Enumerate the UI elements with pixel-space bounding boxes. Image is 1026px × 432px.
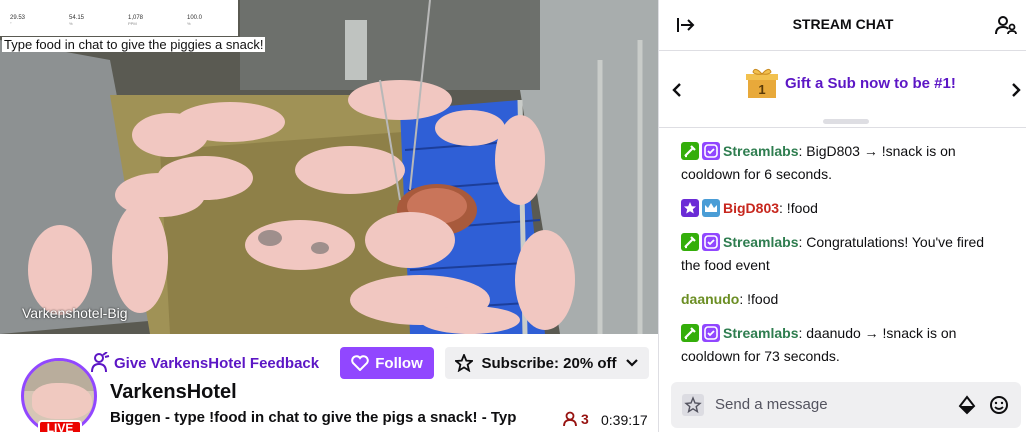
subscribe-button[interactable]: Subscribe: 20% off — [445, 347, 649, 379]
banner-drag-handle[interactable] — [823, 119, 869, 124]
prime-badge-icon[interactable] — [702, 199, 720, 217]
verified-badge-icon[interactable] — [702, 324, 720, 342]
chat-title: STREAM CHAT — [792, 16, 894, 32]
chat-username[interactable]: Streamlabs — [723, 234, 798, 250]
gift-sub-banner[interactable]: 1 Gift a Sub now to be #1! — [659, 52, 1026, 128]
follow-label: Follow — [375, 354, 423, 372]
moderator-badge-icon[interactable] — [681, 142, 699, 160]
chat-message: Streamlabs: BigD803 → !snack is on coold… — [681, 140, 1007, 186]
stat-unit: % — [187, 21, 191, 26]
stat-temperature: 29.53 ° — [0, 0, 59, 36]
stat-co2: 1,078 PPM — [118, 0, 177, 36]
sensor-stats-panel: 29.53 ° 54.15 % 1,078 PPM 100.0 % — [0, 0, 238, 36]
moderator-badge-icon[interactable] — [681, 324, 699, 342]
verified-badge-icon[interactable] — [702, 142, 720, 160]
video-overlay-text: Type food in chat to give the piggies a … — [2, 37, 266, 52]
chat-header: STREAM CHAT — [659, 0, 1026, 51]
gift-content: 1 Gift a Sub now to be #1! — [745, 66, 956, 100]
chat-username[interactable]: daanudo — [681, 291, 739, 307]
channel-name[interactable]: VarkensHotel — [110, 381, 237, 404]
viewer-icon — [563, 411, 577, 427]
emote-picker-icon[interactable] — [989, 395, 1009, 415]
chat-message: Streamlabs: daanudo → !snack is on coold… — [681, 322, 1007, 368]
channel-points-icon[interactable] — [682, 394, 704, 416]
feedback-link[interactable]: Give VarkensHotel Feedback — [88, 352, 319, 374]
chat-input[interactable]: Send a message — [671, 382, 1021, 428]
chat-username[interactable]: BigD803 — [723, 200, 779, 216]
chat-messages: Streamlabs: BigD803 → !snack is on coold… — [659, 140, 1026, 379]
gift-text: Gift a Sub now to be #1! — [785, 74, 956, 92]
chevron-right-icon[interactable] — [1009, 82, 1023, 98]
viewer-count: 3 — [562, 411, 589, 427]
follow-button[interactable]: Follow — [340, 347, 434, 379]
live-badge: LIVE — [38, 420, 82, 432]
chat-message: daanudo: !food — [681, 288, 1007, 311]
stream-uptime: 0:39:17 — [601, 412, 648, 428]
video-player[interactable]: 29.53 ° 54.15 % 1,078 PPM 100.0 % Type f… — [0, 0, 658, 334]
viewer-count-value: 3 — [581, 411, 589, 427]
stream-title: Biggen - type !food in chat to give the … — [110, 409, 517, 426]
chat-input-placeholder: Send a message — [715, 396, 828, 413]
stat-humidity: 54.15 % — [59, 0, 118, 36]
stat-unit: ° — [10, 21, 12, 26]
stat-level: 100.0 % — [177, 0, 236, 36]
star-icon — [455, 354, 474, 372]
stat-unit: % — [69, 21, 73, 26]
avatar-pig-image — [32, 383, 92, 419]
subscriber-badge-icon[interactable] — [681, 199, 699, 217]
chevron-down-icon — [625, 359, 638, 367]
chat-message-text: : !food — [779, 200, 818, 216]
camera-label: Varkenshotel-Big — [22, 305, 128, 321]
chat-message: BigD803: !food — [681, 197, 1007, 220]
community-icon[interactable] — [995, 14, 1017, 36]
subscribe-label: Subscribe: 20% off — [481, 354, 617, 372]
stream-page: 29.53 ° 54.15 % 1,078 PPM 100.0 % Type f… — [0, 0, 1026, 432]
stat-unit: PPM — [128, 21, 137, 26]
feedback-label: Give VarkensHotel Feedback — [114, 354, 320, 372]
chat-username[interactable]: Streamlabs — [723, 325, 798, 341]
verified-badge-icon[interactable] — [702, 233, 720, 251]
chat-username[interactable]: Streamlabs — [723, 143, 798, 159]
feedback-icon — [91, 352, 110, 373]
moderator-badge-icon[interactable] — [681, 233, 699, 251]
chevron-left-icon[interactable] — [670, 82, 684, 98]
gift-icon: 1 — [746, 68, 778, 98]
gift-rank: 1 — [758, 82, 765, 97]
chat-message-text: : !food — [739, 291, 779, 307]
chat-message: Streamlabs: Congratulations! You've fire… — [681, 231, 1007, 277]
bits-icon[interactable] — [957, 395, 977, 415]
heart-icon — [351, 355, 369, 371]
chat-panel: STREAM CHAT 1 Gift a Sub now to be #1! S… — [658, 0, 1026, 432]
channel-info: LIVE Give VarkensHotel Feedback Follow S… — [0, 334, 658, 432]
